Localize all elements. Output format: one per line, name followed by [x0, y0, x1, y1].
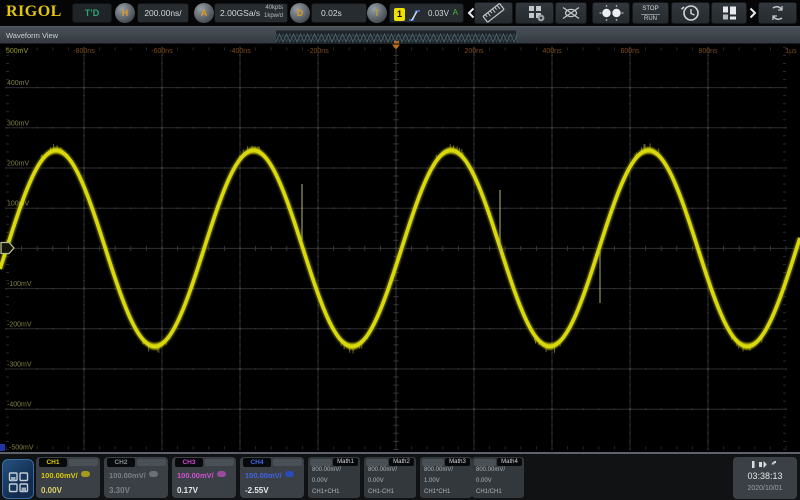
svg-text:1µs: 1µs: [785, 48, 797, 55]
svg-text:-600ns: -600ns: [151, 48, 173, 55]
svg-text:200ns: 200ns: [464, 48, 484, 55]
svg-text:500mV: 500mV: [6, 48, 29, 55]
svg-text:400mV: 400mV: [7, 80, 30, 87]
svg-text:600ns: 600ns: [620, 48, 640, 55]
svg-text:400ns: 400ns: [542, 48, 562, 55]
svg-text:-400ns: -400ns: [229, 48, 251, 55]
svg-text:-100mV: -100mV: [7, 281, 32, 288]
svg-text:-800ns: -800ns: [73, 48, 95, 55]
svg-text:800ns: 800ns: [698, 48, 718, 55]
svg-text:-300mV: -300mV: [7, 362, 32, 369]
svg-text:-200mV: -200mV: [7, 321, 32, 328]
svg-text:300mV: 300mV: [7, 120, 30, 127]
svg-text:-400mV: -400mV: [7, 402, 32, 409]
svg-text:-200ns: -200ns: [307, 48, 329, 55]
svg-text:-500mV: -500mV: [9, 445, 34, 452]
svg-text:200mV: 200mV: [7, 161, 30, 168]
